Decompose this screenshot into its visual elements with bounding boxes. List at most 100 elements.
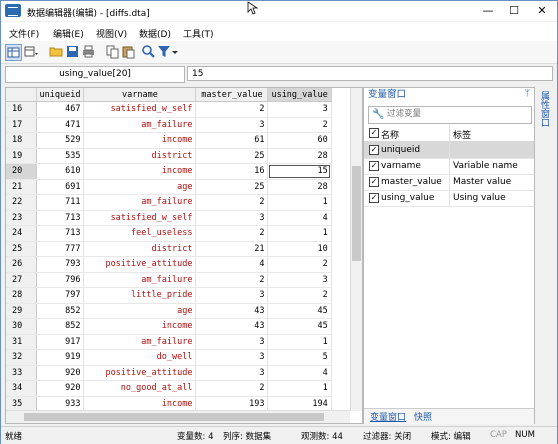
variable-row[interactable]: ✓ varname Variable name: [364, 158, 534, 175]
cell-varname[interactable]: age: [83, 303, 197, 319]
cell-using-value[interactable]: 45: [267, 318, 332, 335]
table-row[interactable]: 21 691 age 25 28: [6, 179, 332, 195]
cell-using-value[interactable]: 3: [267, 101, 332, 118]
maximize-button[interactable]: ☐: [501, 1, 527, 21]
cell-master-value[interactable]: 16: [195, 163, 269, 180]
cell-uniqueid[interactable]: 852: [36, 318, 85, 335]
row-number[interactable]: 21: [6, 179, 37, 195]
horizontal-scroll-thumb[interactable]: [24, 413, 324, 421]
cell-using-value[interactable]: 1: [267, 380, 332, 397]
cell-uniqueid[interactable]: 777: [36, 241, 85, 257]
table-row[interactable]: 31 917 am_failure 3 1: [6, 334, 332, 350]
row-number[interactable]: 19: [6, 148, 37, 164]
search-icon[interactable]: [141, 44, 156, 59]
table-row[interactable]: 33 920 positive_attitude 3 4: [6, 365, 332, 381]
cell-uniqueid[interactable]: 713: [36, 210, 85, 226]
row-number[interactable]: 24: [6, 225, 37, 242]
row-number[interactable]: 33: [6, 365, 37, 381]
cell-using-value[interactable]: 2: [267, 287, 332, 304]
column-header-uniqueid[interactable]: uniqueid: [36, 88, 85, 102]
filter-icon[interactable]: [157, 44, 172, 59]
cell-using-value[interactable]: 60: [267, 132, 332, 149]
cell-using-value[interactable]: 3: [267, 272, 332, 288]
table-row[interactable]: 23 713 satisfied_w_self 3 4: [6, 210, 332, 226]
cell-varname[interactable]: age: [83, 179, 197, 195]
cell-master-value[interactable]: 43: [195, 303, 269, 319]
table-row[interactable]: 32 919 do_well 3 5: [6, 349, 332, 366]
row-number[interactable]: 29: [6, 303, 37, 319]
cell-using-value[interactable]: 1: [267, 225, 332, 242]
cell-uniqueid[interactable]: 471: [36, 117, 85, 133]
variable-visible-checkbox[interactable]: ✓: [369, 177, 379, 187]
variable-row[interactable]: ✓ master_value Master value: [364, 174, 534, 191]
row-number[interactable]: 28: [6, 287, 37, 304]
vertical-scroll-thumb[interactable]: [352, 166, 361, 261]
cell-uniqueid[interactable]: 529: [36, 132, 85, 149]
table-row[interactable]: 16 467 satisfied_w_self 2 3: [6, 101, 332, 118]
cell-master-value[interactable]: 21: [195, 241, 269, 257]
cell-master-value[interactable]: 2: [195, 380, 269, 397]
table-row[interactable]: 17 471 am_failure 3 2: [6, 117, 332, 133]
print-icon[interactable]: [81, 44, 96, 59]
table-row[interactable]: 26 793 positive_attitude 4 2: [6, 256, 332, 273]
column-header-master-value[interactable]: master_value: [195, 88, 269, 102]
cell-master-value[interactable]: 3: [195, 287, 269, 304]
minimize-button[interactable]: —: [475, 1, 501, 21]
cell-using-value[interactable]: 28: [267, 148, 332, 164]
row-number[interactable]: 30: [6, 318, 37, 335]
vertical-scrollbar[interactable]: [350, 88, 362, 411]
cell-master-value[interactable]: 2: [195, 272, 269, 288]
row-number[interactable]: 23: [6, 210, 37, 226]
table-row[interactable]: 34 920 no_good_at_all 2 1: [6, 380, 332, 397]
cell-master-value[interactable]: 3: [195, 117, 269, 133]
select-all-checkbox[interactable]: ✓: [369, 128, 379, 138]
properties-side-tab[interactable]: 属性窗口: [537, 91, 551, 151]
row-number[interactable]: 25: [6, 241, 37, 257]
menu-file[interactable]: 文件(F): [9, 27, 39, 40]
label-column-header[interactable]: 标签: [453, 128, 471, 141]
menu-edit[interactable]: 编辑(E): [53, 27, 84, 40]
column-header-varname[interactable]: varname: [83, 88, 197, 102]
save-icon[interactable]: [65, 44, 80, 59]
cell-varname[interactable]: income: [83, 163, 197, 180]
cell-using-value[interactable]: 1: [267, 194, 332, 211]
cell-master-value[interactable]: 43: [195, 318, 269, 335]
cell-master-value[interactable]: 3: [195, 210, 269, 226]
cell-master-value[interactable]: 61: [195, 132, 269, 149]
variable-row[interactable]: ✓ using_value Using value: [364, 190, 534, 207]
cell-varname[interactable]: feel_useless: [83, 225, 197, 242]
cell-varname[interactable]: district: [83, 148, 197, 164]
cell-master-value[interactable]: 2: [195, 101, 269, 118]
cell-using-value[interactable]: 10: [267, 241, 332, 257]
row-number[interactable]: 32: [6, 349, 37, 366]
cell-varname[interactable]: am_failure: [83, 194, 197, 211]
cell-master-value[interactable]: 4: [195, 256, 269, 273]
open-folder-icon[interactable]: [49, 44, 64, 59]
row-number[interactable]: 26: [6, 256, 37, 273]
cell-master-value[interactable]: 3: [195, 334, 269, 350]
cell-uniqueid[interactable]: 793: [36, 256, 85, 273]
variable-visible-checkbox[interactable]: ✓: [369, 193, 379, 203]
variable-visible-checkbox[interactable]: ✓: [369, 161, 379, 171]
cell-varname[interactable]: positive_attitude: [83, 365, 197, 381]
variable-row[interactable]: ✓ uniqueid: [364, 142, 534, 159]
cell-value-input[interactable]: 15: [187, 66, 553, 81]
cell-varname[interactable]: little_pride: [83, 287, 197, 304]
data-grid[interactable]: uniqueid varname master_value using_valu…: [5, 87, 363, 424]
cell-uniqueid[interactable]: 713: [36, 225, 85, 242]
table-row[interactable]: 29 852 age 43 45: [6, 303, 332, 319]
cell-varname[interactable]: no_good_at_all: [83, 380, 197, 397]
cell-uniqueid[interactable]: 610: [36, 163, 85, 180]
cell-using-value[interactable]: 45: [267, 303, 332, 319]
row-number[interactable]: 16: [6, 101, 37, 118]
cell-using-value[interactable]: 1: [267, 334, 332, 350]
cell-master-value[interactable]: 3: [195, 349, 269, 366]
menu-data[interactable]: 数据(D): [139, 27, 171, 40]
cell-uniqueid[interactable]: 691: [36, 179, 85, 195]
table-row[interactable]: 30 852 income 43 45: [6, 318, 332, 335]
row-number[interactable]: 34: [6, 380, 37, 397]
cell-uniqueid[interactable]: 796: [36, 272, 85, 288]
tab-snapshots[interactable]: 快照: [414, 410, 432, 423]
table-row[interactable]: 27 796 am_failure 2 3: [6, 272, 332, 288]
close-button[interactable]: ✕: [529, 1, 555, 21]
